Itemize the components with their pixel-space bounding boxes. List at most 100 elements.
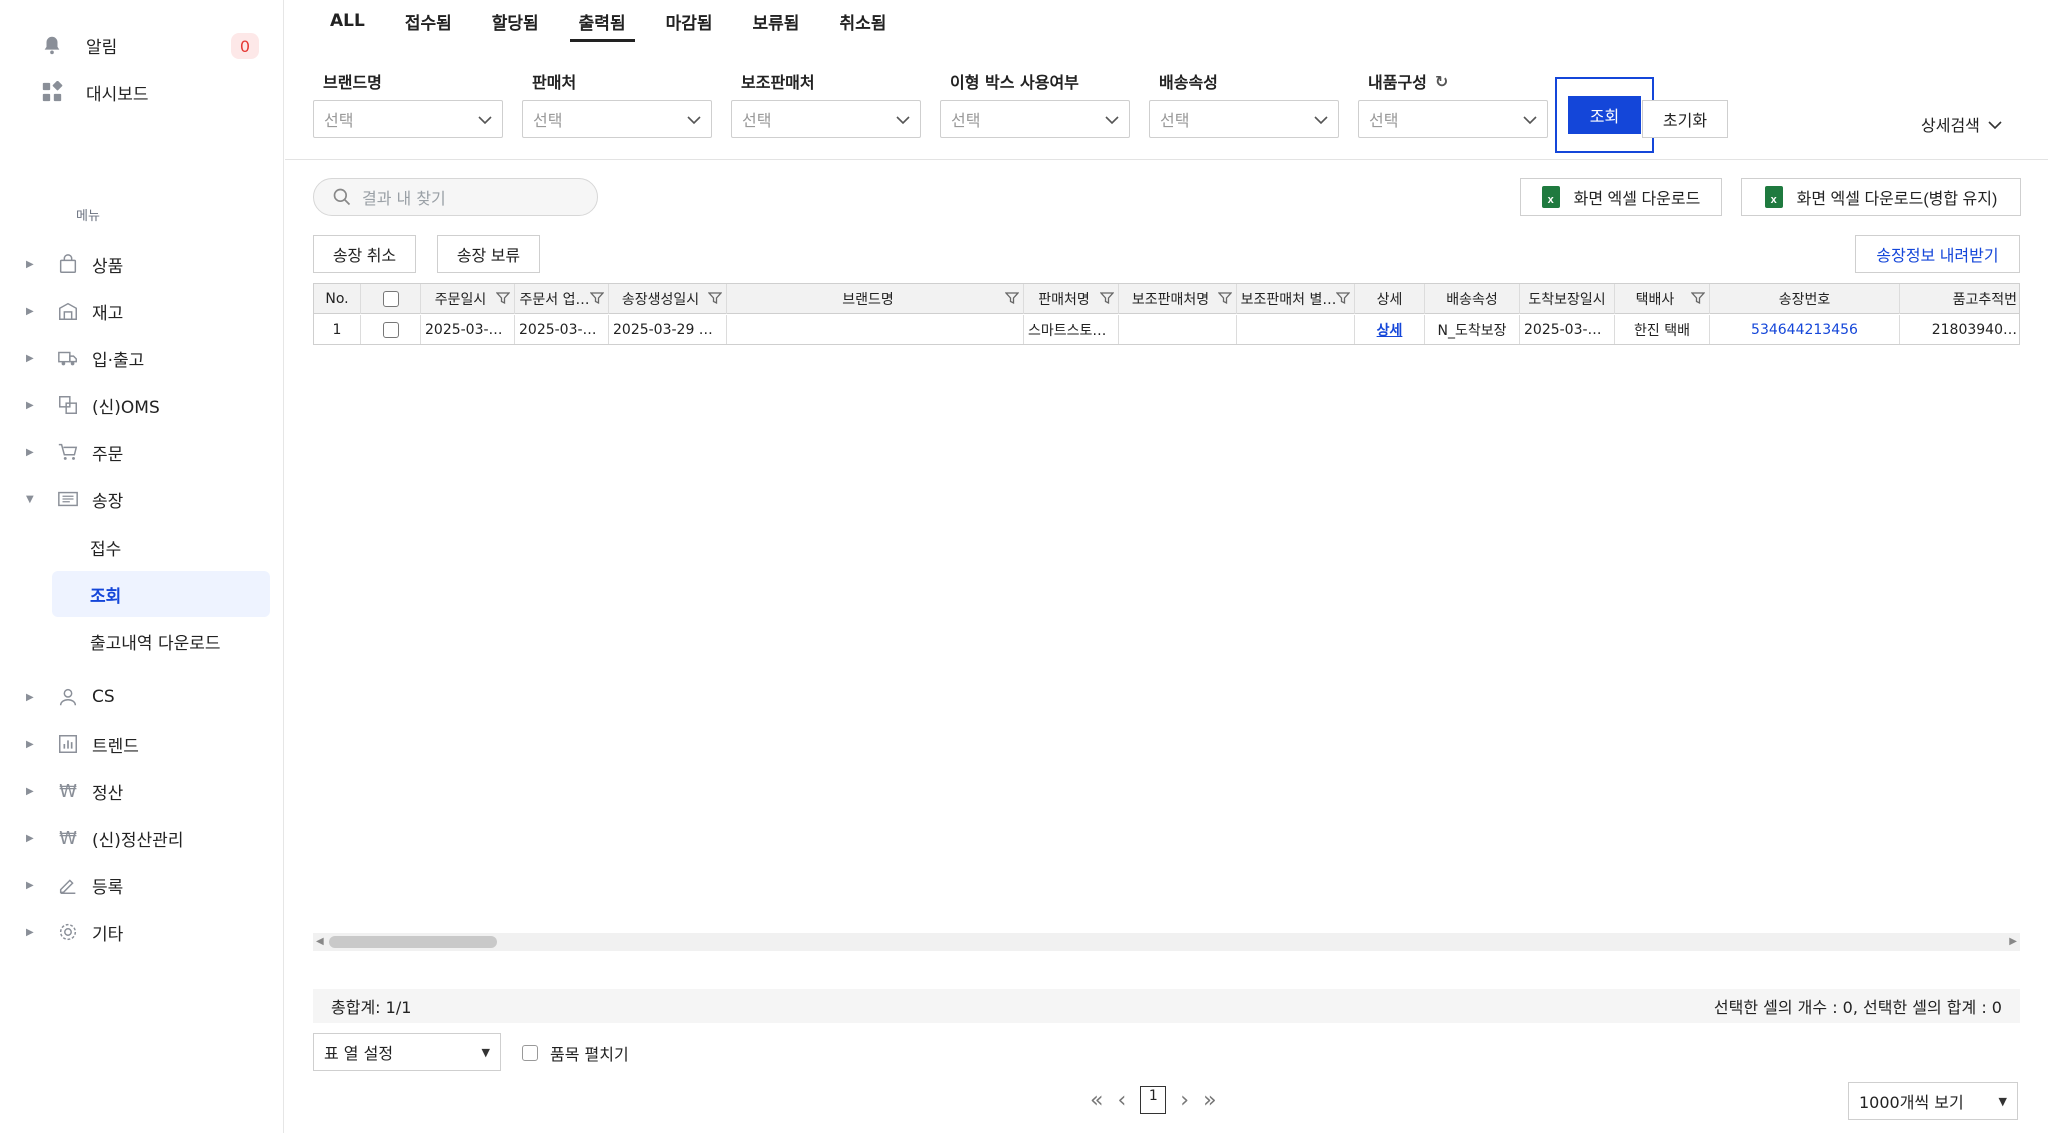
scroll-left-icon[interactable]: ◀ <box>316 936 324 947</box>
filter-icon[interactable] <box>1004 291 1020 305</box>
sidebar-item-label: 트렌드 <box>92 736 139 757</box>
excel-download-merge-button[interactable]: x 화면 엑셀 다운로드(병합 유지) <box>1741 178 2021 216</box>
tab-closed[interactable]: 마감됨 <box>657 0 722 42</box>
sidebar-item-register[interactable]: ▶ 등록 <box>26 868 276 902</box>
expand-items-checkbox[interactable] <box>522 1045 538 1061</box>
chevron-down-icon <box>1314 110 1328 129</box>
header-delivery-attr: 배송속성 <box>1425 284 1520 314</box>
chevron-down-icon <box>1105 110 1119 129</box>
dashboard-item[interactable]: 대시보드 <box>40 76 149 108</box>
reset-button[interactable]: 초기화 <box>1642 100 1728 138</box>
page-size-select[interactable]: 1000개씩 보기 ▼ <box>1848 1082 2018 1120</box>
header-seller[interactable]: 판매처명 <box>1024 284 1119 314</box>
cancel-invoice-button[interactable]: 송장 취소 <box>313 235 416 273</box>
header-sub-seller[interactable]: 보조판매처명 <box>1119 284 1237 314</box>
sidebar-item-etc[interactable]: ▶ 기타 <box>26 915 276 949</box>
seller-select[interactable]: 선택 <box>522 100 712 138</box>
horizontal-scrollbar[interactable]: ◀ ▶ <box>313 933 2020 951</box>
sidebar-subitem-receive[interactable]: 접수 <box>52 524 270 570</box>
header-label: 보조판매처 별… <box>1240 292 1337 308</box>
header-label: 택배사 <box>1635 292 1675 308</box>
filter-icon[interactable] <box>1690 291 1706 305</box>
header-invoice-number: 송장번호 <box>1710 284 1900 314</box>
alarm-item[interactable]: 알림 <box>40 29 117 61</box>
header-label: 송장생성일시 <box>621 292 700 308</box>
filter-icon[interactable] <box>1335 291 1351 305</box>
scrollbar-thumb[interactable] <box>329 936 497 948</box>
sidebar-item-cs[interactable]: ▶ CS <box>26 680 276 714</box>
cell-courier: 한진 택배 <box>1615 315 1710 344</box>
sidebar-item-settlement[interactable]: ▶ ₩ 정산 <box>26 774 276 808</box>
header-order-upload[interactable]: 주문서 업… <box>515 284 609 314</box>
excel-download-button[interactable]: x 화면 엑셀 다운로드 <box>1520 178 1722 216</box>
sidebar-subitem-query[interactable]: 조회 <box>52 571 270 617</box>
caret-right-icon: ▶ <box>26 305 34 317</box>
tab-all[interactable]: ALL <box>321 0 374 42</box>
prev-page-icon[interactable]: ‹ <box>1117 1088 1126 1113</box>
advanced-search-toggle[interactable]: 상세검색 <box>1921 112 2002 136</box>
refresh-icon[interactable]: ↻ <box>1435 72 1448 91</box>
first-page-icon[interactable]: « <box>1090 1088 1103 1113</box>
filter-icon[interactable] <box>589 291 605 305</box>
column-setting-select[interactable]: 표 열 설정 ▼ <box>313 1033 501 1071</box>
row-checkbox[interactable] <box>382 322 399 338</box>
query-button[interactable]: 조회 <box>1568 96 1641 134</box>
sidebar-item-order[interactable]: ▶ 주문 <box>26 435 276 469</box>
expand-items-toggle[interactable]: 품목 펼치기 <box>522 1041 629 1065</box>
filter-icon[interactable] <box>1217 291 1233 305</box>
brand-select[interactable]: 선택 <box>313 100 503 138</box>
advanced-search-label: 상세검색 <box>1921 116 1980 135</box>
header-brand[interactable]: 브랜드명 <box>727 284 1024 314</box>
result-search-input[interactable]: 결과 내 찾기 <box>313 178 598 216</box>
caret-right-icon: ▶ <box>26 926 34 938</box>
select-all-checkbox[interactable] <box>382 291 399 307</box>
scroll-right-icon[interactable]: ▶ <box>2009 936 2017 947</box>
sidebar-item-oms[interactable]: ▶ (신)OMS <box>26 388 276 422</box>
last-page-icon[interactable]: » <box>1203 1088 1216 1113</box>
caret-right-icon: ▶ <box>26 738 34 750</box>
irregular-box-select[interactable]: 선택 <box>940 100 1130 138</box>
next-page-icon[interactable]: › <box>1180 1088 1189 1113</box>
filter-label: 이형 박스 사용여부 <box>950 73 1079 92</box>
sidebar-item-trend[interactable]: ▶ 트렌드 <box>26 727 276 761</box>
won-icon: ₩ <box>59 827 77 849</box>
sidebar-item-label: 상품 <box>92 256 124 277</box>
page-size-label: 1000개씩 보기 <box>1859 1093 1964 1112</box>
header-invoice-created[interactable]: 송장생성일시 <box>609 284 727 314</box>
filter-seller: 판매처 선택 <box>522 70 712 138</box>
tab-printed[interactable]: 출력됨 <box>569 0 635 42</box>
header-order-date[interactable]: 주문일시 <box>421 284 515 314</box>
caret-right-icon: ▶ <box>26 446 34 458</box>
table-row[interactable]: 1 2025-03-… 2025-03-… 2025-03-29 … 스마트스토… <box>314 315 2019 344</box>
hold-invoice-button[interactable]: 송장 보류 <box>437 235 540 273</box>
tab-cancelled[interactable]: 취소됨 <box>830 0 895 42</box>
contents-select[interactable]: 선택 <box>1358 100 1548 138</box>
caret-right-icon: ▶ <box>26 879 34 891</box>
filter-icon[interactable] <box>1099 291 1115 305</box>
header-courier[interactable]: 택배사 <box>1615 284 1710 314</box>
menu-caption: 메뉴 <box>76 209 100 224</box>
invoice-number-link[interactable]: 534644213456 <box>1751 322 1858 338</box>
sidebar-item-label: 재고 <box>92 303 124 324</box>
filter-icon[interactable] <box>707 291 723 305</box>
delivery-attr-select[interactable]: 선택 <box>1149 100 1339 138</box>
sidebar-item-invoice[interactable]: ▼ 송장 <box>26 482 276 516</box>
person-icon <box>56 685 80 709</box>
header-no: No. <box>314 284 361 314</box>
sidebar-item-new-settlement[interactable]: ▶ ₩ (신)정산관리 <box>26 821 276 855</box>
sub-seller-select[interactable]: 선택 <box>731 100 921 138</box>
sidebar-item-product[interactable]: ▶ 상품 <box>26 247 276 281</box>
won-icon: ₩ <box>59 780 77 802</box>
page-number-current[interactable]: 1 <box>1140 1086 1167 1114</box>
sidebar-subitem-shipment-download[interactable]: 출고내역 다운로드 <box>52 618 270 664</box>
tab-held[interactable]: 보류됨 <box>744 0 809 42</box>
filter-icon[interactable] <box>495 291 511 305</box>
sidebar-item-inventory[interactable]: ▶ 재고 <box>26 294 276 328</box>
tab-assigned[interactable]: 할당됨 <box>483 0 548 42</box>
caret-down-icon: ▼ <box>481 1045 490 1059</box>
detail-link[interactable]: 상세 <box>1377 320 1403 340</box>
header-sub-seller-alias[interactable]: 보조판매처 별… <box>1237 284 1355 314</box>
download-invoice-info-button[interactable]: 송장정보 내려받기 <box>1855 235 2020 273</box>
sidebar-item-inout[interactable]: ▶ 입·출고 <box>26 341 276 375</box>
tab-received[interactable]: 접수됨 <box>396 0 461 42</box>
